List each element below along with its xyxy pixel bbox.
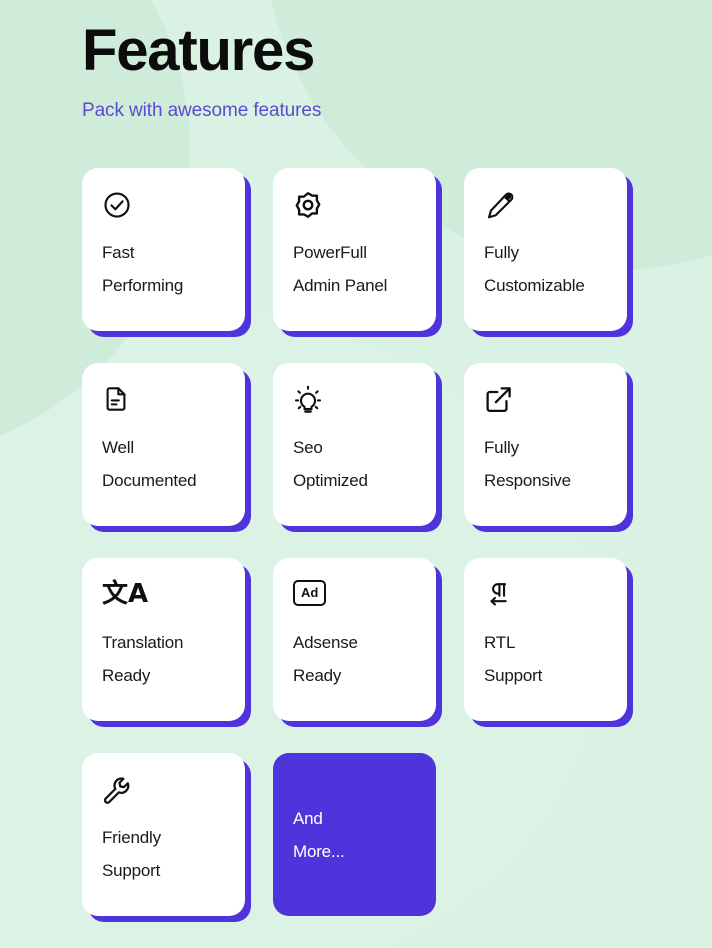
external-link-icon [484, 385, 607, 423]
feature-card-and-more[interactable]: And More... [273, 753, 436, 916]
feature-card-seo-optimized[interactable]: Seo Optimized [273, 363, 436, 526]
feature-card-label: Translation Ready [102, 633, 184, 685]
ad-badge-icon: Ad [293, 580, 416, 618]
feature-card-adsense-ready[interactable]: Ad Adsense Ready [273, 558, 436, 721]
feature-card-label: Well Documented [102, 438, 197, 490]
check-circle-icon [102, 190, 225, 228]
document-icon [102, 385, 225, 423]
feature-card-friendly-support[interactable]: Friendly Support [82, 753, 245, 916]
feature-card-label: Friendly Support [102, 828, 161, 880]
feature-card-well-documented[interactable]: Well Documented [82, 363, 245, 526]
feature-card-powerfull-admin-panel[interactable]: PowerFull Admin Panel [273, 168, 436, 331]
ad-badge-text: Ad [293, 580, 327, 606]
gear-icon [293, 190, 416, 228]
feature-card-label: Fully Customizable [484, 243, 585, 295]
feature-card-rtl-support[interactable]: RTL Support [464, 558, 627, 721]
feature-card-fully-customizable[interactable]: Fully Customizable [464, 168, 627, 331]
features-section: Features Pack with awesome features Fast… [0, 0, 712, 916]
feature-card-fully-responsive[interactable]: Fully Responsive [464, 363, 627, 526]
lightbulb-icon [293, 385, 416, 423]
rtl-paragraph-icon [484, 580, 607, 618]
page-subtitle: Pack with awesome features [82, 100, 322, 121]
feature-card-grid: Fast Performing PowerFull Admin Panel Fu… [82, 168, 712, 916]
feature-card-label: Fast Performing [102, 243, 184, 295]
feature-card-label: PowerFull Admin Panel [293, 243, 388, 295]
feature-card-translation-ready[interactable]: 文A Translation Ready [82, 558, 245, 721]
feature-card-fast-performing[interactable]: Fast Performing [82, 168, 245, 331]
feature-card-label: Adsense Ready [293, 633, 358, 685]
pencil-icon [484, 190, 607, 228]
feature-card-label: RTL Support [484, 633, 543, 685]
feature-card-label: Fully Responsive [484, 438, 571, 490]
feature-card-label: And More... [293, 808, 345, 861]
page-title: Features [82, 18, 315, 83]
feature-card-label: Seo Optimized [293, 438, 368, 490]
translate-icon: 文A [102, 580, 225, 618]
translate-icon-glyph: 文A [102, 579, 149, 609]
wrench-icon [102, 775, 225, 813]
